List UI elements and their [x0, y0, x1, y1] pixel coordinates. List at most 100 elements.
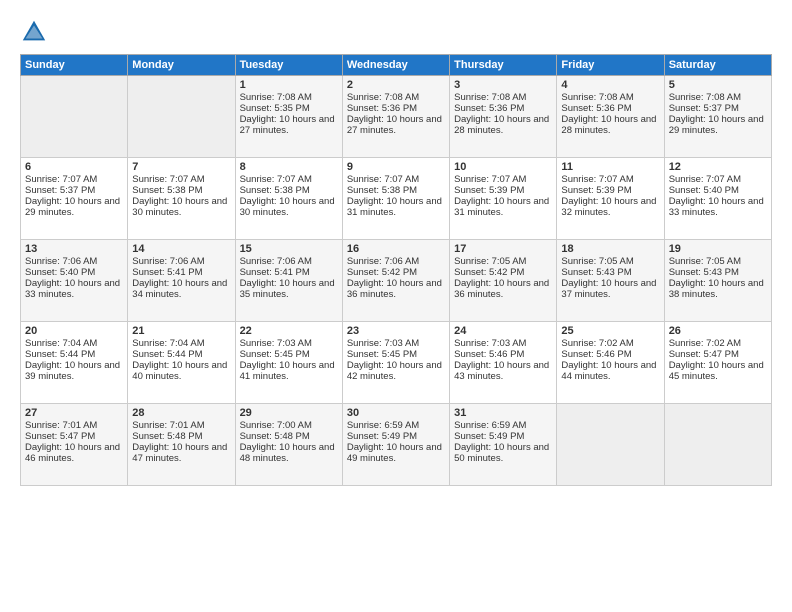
- sunrise-text: Sunrise: 7:03 AM: [454, 338, 552, 349]
- day-number: 16: [347, 243, 445, 255]
- sunset-text: Sunset: 5:45 PM: [240, 349, 338, 360]
- sunrise-text: Sunrise: 7:06 AM: [347, 256, 445, 267]
- daylight-text: Daylight: 10 hours and 30 minutes.: [240, 196, 338, 218]
- sunset-text: Sunset: 5:48 PM: [132, 431, 230, 442]
- sunrise-text: Sunrise: 7:06 AM: [240, 256, 338, 267]
- day-number: 3: [454, 79, 552, 91]
- calendar-cell: 5Sunrise: 7:08 AMSunset: 5:37 PMDaylight…: [664, 76, 771, 158]
- day-header: Wednesday: [342, 55, 449, 76]
- calendar-cell: 16Sunrise: 7:06 AMSunset: 5:42 PMDayligh…: [342, 240, 449, 322]
- calendar-cell: [664, 404, 771, 486]
- sunrise-text: Sunrise: 7:07 AM: [347, 174, 445, 185]
- sunrise-text: Sunrise: 7:04 AM: [25, 338, 123, 349]
- calendar-table: SundayMondayTuesdayWednesdayThursdayFrid…: [20, 54, 772, 486]
- day-number: 30: [347, 407, 445, 419]
- calendar-cell: [557, 404, 664, 486]
- daylight-text: Daylight: 10 hours and 36 minutes.: [454, 278, 552, 300]
- daylight-text: Daylight: 10 hours and 30 minutes.: [132, 196, 230, 218]
- sunset-text: Sunset: 5:38 PM: [347, 185, 445, 196]
- daylight-text: Daylight: 10 hours and 28 minutes.: [454, 114, 552, 136]
- day-number: 26: [669, 325, 767, 337]
- daylight-text: Daylight: 10 hours and 34 minutes.: [132, 278, 230, 300]
- sunset-text: Sunset: 5:37 PM: [25, 185, 123, 196]
- day-number: 25: [561, 325, 659, 337]
- calendar-cell: 17Sunrise: 7:05 AMSunset: 5:42 PMDayligh…: [450, 240, 557, 322]
- daylight-text: Daylight: 10 hours and 37 minutes.: [561, 278, 659, 300]
- sunset-text: Sunset: 5:36 PM: [561, 103, 659, 114]
- day-number: 9: [347, 161, 445, 173]
- sunrise-text: Sunrise: 7:01 AM: [132, 420, 230, 431]
- calendar-week: 20Sunrise: 7:04 AMSunset: 5:44 PMDayligh…: [21, 322, 772, 404]
- day-number: 14: [132, 243, 230, 255]
- sunset-text: Sunset: 5:38 PM: [132, 185, 230, 196]
- sunset-text: Sunset: 5:36 PM: [454, 103, 552, 114]
- sunrise-text: Sunrise: 7:07 AM: [454, 174, 552, 185]
- sunrise-text: Sunrise: 6:59 AM: [454, 420, 552, 431]
- sunrise-text: Sunrise: 7:07 AM: [25, 174, 123, 185]
- daylight-text: Daylight: 10 hours and 46 minutes.: [25, 442, 123, 464]
- calendar-cell: 28Sunrise: 7:01 AMSunset: 5:48 PMDayligh…: [128, 404, 235, 486]
- day-number: 4: [561, 79, 659, 91]
- sunset-text: Sunset: 5:45 PM: [347, 349, 445, 360]
- sunrise-text: Sunrise: 7:07 AM: [561, 174, 659, 185]
- sunset-text: Sunset: 5:47 PM: [25, 431, 123, 442]
- day-number: 2: [347, 79, 445, 91]
- day-number: 22: [240, 325, 338, 337]
- calendar-cell: 26Sunrise: 7:02 AMSunset: 5:47 PMDayligh…: [664, 322, 771, 404]
- sunset-text: Sunset: 5:43 PM: [561, 267, 659, 278]
- day-number: 19: [669, 243, 767, 255]
- sunset-text: Sunset: 5:42 PM: [347, 267, 445, 278]
- daylight-text: Daylight: 10 hours and 44 minutes.: [561, 360, 659, 382]
- logo: [20, 18, 52, 46]
- calendar-cell: 24Sunrise: 7:03 AMSunset: 5:46 PMDayligh…: [450, 322, 557, 404]
- sunset-text: Sunset: 5:42 PM: [454, 267, 552, 278]
- daylight-text: Daylight: 10 hours and 40 minutes.: [132, 360, 230, 382]
- logo-icon: [20, 18, 48, 46]
- calendar-week: 1 Sunrise: 7:08 AM Sunset: 5:35 PM Daylight…: [21, 76, 772, 158]
- daylight-text: Daylight: 10 hours and 49 minutes.: [347, 442, 445, 464]
- sunrise-text: Sunrise: 6:59 AM: [347, 420, 445, 431]
- header-row: SundayMondayTuesdayWednesdayThursdayFrid…: [21, 55, 772, 76]
- daylight-text: Daylight: 10 hours and 28 minutes.: [561, 114, 659, 136]
- day-number: 31: [454, 407, 552, 419]
- calendar-week: 27Sunrise: 7:01 AMSunset: 5:47 PMDayligh…: [21, 404, 772, 486]
- sunset-text: Sunset: 5:36 PM: [347, 103, 445, 114]
- calendar-page: SundayMondayTuesdayWednesdayThursdayFrid…: [0, 0, 792, 612]
- sunrise-text: Sunrise: 7:08 AM: [347, 92, 445, 103]
- day-number: 10: [454, 161, 552, 173]
- daylight-text: Daylight: 10 hours and 32 minutes.: [561, 196, 659, 218]
- day-number: 8: [240, 161, 338, 173]
- daylight-text: Daylight: 10 hours and 31 minutes.: [454, 196, 552, 218]
- day-number: 7: [132, 161, 230, 173]
- calendar-cell: 2Sunrise: 7:08 AMSunset: 5:36 PMDaylight…: [342, 76, 449, 158]
- daylight-text: Daylight: 10 hours and 41 minutes.: [240, 360, 338, 382]
- calendar-cell: [128, 76, 235, 158]
- day-number: 27: [25, 407, 123, 419]
- day-number: 5: [669, 79, 767, 91]
- sunset-text: Sunset: 5:40 PM: [669, 185, 767, 196]
- daylight-text: Daylight: 10 hours and 31 minutes.: [347, 196, 445, 218]
- sunset-text: Sunset: 5:41 PM: [240, 267, 338, 278]
- sunrise-text: Sunrise: 7:02 AM: [669, 338, 767, 349]
- day-number: 21: [132, 325, 230, 337]
- day-number: 17: [454, 243, 552, 255]
- calendar-cell: 9Sunrise: 7:07 AMSunset: 5:38 PMDaylight…: [342, 158, 449, 240]
- sunset-text: Sunset: 5:46 PM: [454, 349, 552, 360]
- calendar-cell: 15Sunrise: 7:06 AMSunset: 5:41 PMDayligh…: [235, 240, 342, 322]
- sunrise-text: Sunrise: 7:03 AM: [347, 338, 445, 349]
- day-number: 1: [240, 79, 338, 91]
- day-header: Friday: [557, 55, 664, 76]
- calendar-cell: 27Sunrise: 7:01 AMSunset: 5:47 PMDayligh…: [21, 404, 128, 486]
- daylight-text: Daylight: 10 hours and 36 minutes.: [347, 278, 445, 300]
- sunset-text: Sunset: 5:35 PM: [240, 103, 338, 114]
- calendar-cell: 1Sunrise: 7:08 AMSunset: 5:35 PMDaylight…: [235, 76, 342, 158]
- day-number: 18: [561, 243, 659, 255]
- sunset-text: Sunset: 5:37 PM: [669, 103, 767, 114]
- calendar-cell: 14Sunrise: 7:06 AMSunset: 5:41 PMDayligh…: [128, 240, 235, 322]
- sunset-text: Sunset: 5:39 PM: [454, 185, 552, 196]
- daylight-text: Daylight: 10 hours and 33 minutes.: [25, 278, 123, 300]
- sunset-text: Sunset: 5:40 PM: [25, 267, 123, 278]
- sunrise-text: Sunrise: 7:02 AM: [561, 338, 659, 349]
- calendar-cell: 12Sunrise: 7:07 AMSunset: 5:40 PMDayligh…: [664, 158, 771, 240]
- calendar-cell: 20Sunrise: 7:04 AMSunset: 5:44 PMDayligh…: [21, 322, 128, 404]
